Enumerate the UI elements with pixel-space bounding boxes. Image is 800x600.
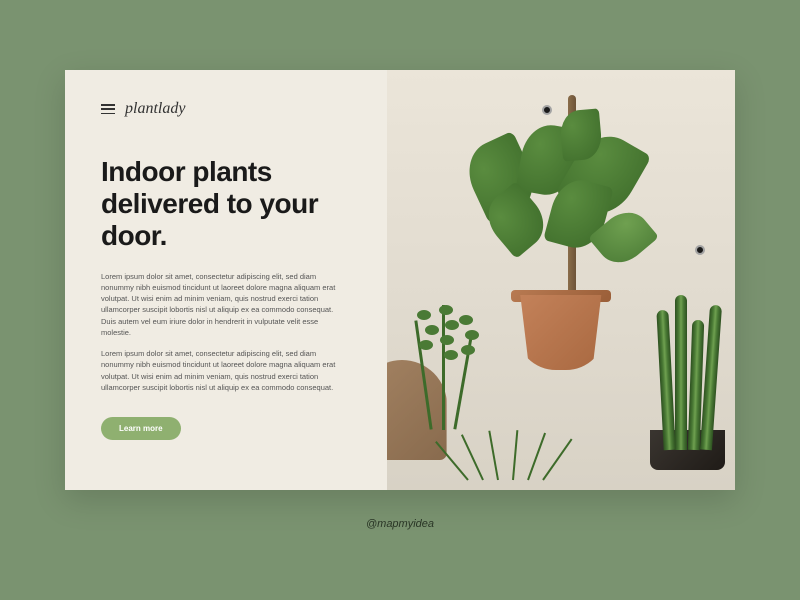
- hero-image: [387, 70, 735, 490]
- credit-text: @mapmyidea: [366, 518, 434, 530]
- hero-paragraph-2: Lorem ipsum dolor sit amet, consectetur …: [101, 348, 341, 393]
- hero-headline: Indoor plants delivered to your door.: [101, 156, 359, 253]
- product-hotspot-1[interactable]: [542, 105, 552, 115]
- product-hotspot-2[interactable]: [695, 245, 705, 255]
- brand-logo[interactable]: plantlady: [125, 100, 185, 118]
- plant-illustration: [387, 70, 735, 490]
- hero-card: plantlady Indoor plants delivered to you…: [65, 70, 735, 490]
- hero-paragraph-1: Lorem ipsum dolor sit amet, consectetur …: [101, 271, 341, 339]
- learn-more-button[interactable]: Learn more: [101, 417, 181, 440]
- content-panel: plantlady Indoor plants delivered to you…: [65, 70, 387, 490]
- nav-bar: plantlady: [101, 100, 359, 118]
- menu-icon[interactable]: [101, 104, 115, 114]
